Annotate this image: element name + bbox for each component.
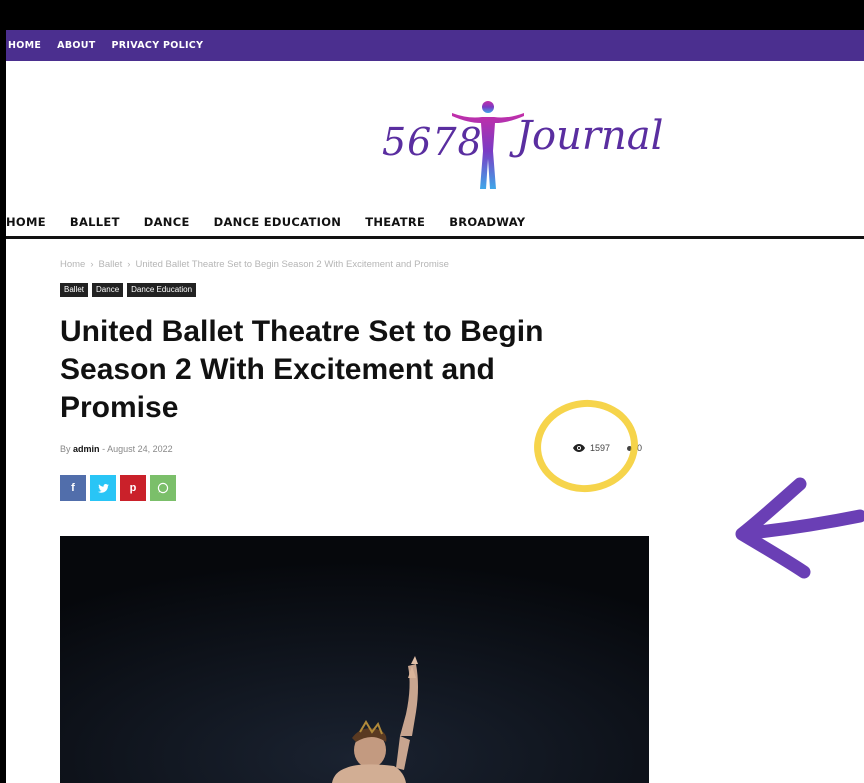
- top-bar: HOME ABOUT PRIVACY POLICY: [6, 30, 864, 61]
- hero-image: [60, 536, 649, 783]
- nav-divider: [6, 236, 864, 239]
- article-meta: By admin - August 24, 2022: [60, 444, 173, 454]
- top-link-home[interactable]: HOME: [8, 40, 41, 51]
- meta-separator: -: [102, 444, 106, 454]
- twitter-share-button[interactable]: [90, 475, 116, 501]
- facebook-share-button[interactable]: f: [60, 475, 86, 501]
- nav-dance[interactable]: DANCE: [144, 215, 190, 229]
- share-buttons: f p: [60, 475, 176, 501]
- nav-theatre[interactable]: THEATRE: [365, 215, 425, 229]
- nav-broadway[interactable]: BROADWAY: [449, 215, 525, 229]
- site-logo[interactable]: 5678 Journal: [376, 87, 676, 197]
- breadcrumb-home[interactable]: Home: [60, 259, 85, 270]
- breadcrumb-current: United Ballet Theatre Set to Begin Seaso…: [135, 259, 449, 270]
- byline-prefix: By: [60, 444, 71, 454]
- logo-script: Journal: [516, 113, 664, 159]
- main-nav: HOME BALLET DANCE DANCE EDUCATION THEATR…: [6, 208, 864, 236]
- top-link-about[interactable]: ABOUT: [57, 40, 95, 51]
- web-page: HOME ABOUT PRIVACY POLICY 5678 Journal H…: [6, 30, 864, 783]
- tag-ballet[interactable]: Ballet: [60, 283, 89, 297]
- ballet-dancer-photo: [60, 536, 649, 783]
- pinterest-share-button[interactable]: p: [120, 475, 146, 501]
- twitter-icon: [97, 483, 109, 493]
- tag-dance[interactable]: Dance: [92, 283, 124, 297]
- publish-date: August 24, 2022: [107, 444, 173, 454]
- breadcrumb-ballet[interactable]: Ballet: [99, 259, 123, 270]
- author-link[interactable]: admin: [73, 444, 100, 454]
- category-tags: Ballet Dance Dance Education: [60, 283, 197, 297]
- breadcrumb-separator: ›: [127, 259, 131, 270]
- top-link-privacy-policy[interactable]: PRIVACY POLICY: [112, 40, 204, 51]
- breadcrumb-separator: ›: [90, 259, 94, 270]
- breadcrumb: Home › Ballet › United Ballet Theatre Se…: [60, 259, 449, 270]
- nav-dance-education[interactable]: DANCE EDUCATION: [214, 215, 342, 229]
- tag-dance-education[interactable]: Dance Education: [127, 283, 197, 297]
- nav-home[interactable]: HOME: [6, 215, 46, 229]
- article-title: United Ballet Theatre Set to Begin Seaso…: [60, 315, 544, 424]
- whatsapp-icon: [157, 482, 169, 494]
- whatsapp-share-button[interactable]: [150, 475, 176, 501]
- nav-ballet[interactable]: BALLET: [70, 215, 120, 229]
